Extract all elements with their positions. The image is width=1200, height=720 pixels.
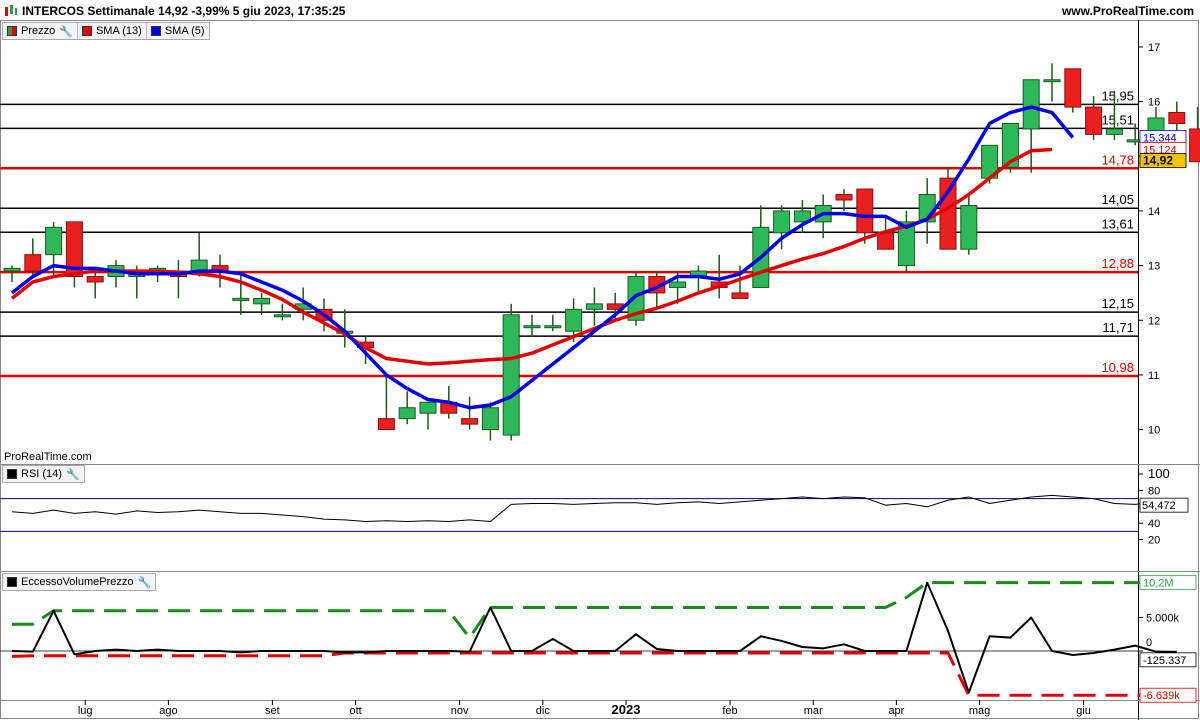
rsi-line xyxy=(11,494,1177,523)
vol-tag-label: -6.639k xyxy=(1143,690,1180,702)
vol-tag-label: -125.337 xyxy=(1143,655,1186,667)
candle xyxy=(773,210,791,234)
candle xyxy=(544,325,562,329)
level-label: 12,15 xyxy=(1101,296,1134,311)
candle xyxy=(585,303,603,310)
candle xyxy=(960,204,978,250)
candle xyxy=(86,276,104,283)
candle xyxy=(377,418,395,431)
price-y-tick-label: 16 xyxy=(1148,97,1160,109)
level-label: 11,71 xyxy=(1102,320,1134,335)
level-label: 10,98 xyxy=(1101,360,1134,375)
price-y-tick-label: 14 xyxy=(1148,206,1160,218)
candle xyxy=(419,401,437,414)
candle xyxy=(398,407,416,420)
x-tick-label: feb xyxy=(722,705,737,717)
candle xyxy=(273,314,291,318)
candle xyxy=(731,292,749,299)
candle xyxy=(24,254,42,272)
level-label: 14,78 xyxy=(1101,152,1134,167)
vol-line xyxy=(11,581,1177,694)
x-tick-label: nov xyxy=(451,705,469,717)
candle xyxy=(1189,128,1200,163)
rsi-y-tick-label: 40 xyxy=(1148,518,1160,530)
price-y-tick-label: 13 xyxy=(1148,261,1160,273)
candle xyxy=(856,188,874,234)
candle xyxy=(565,308,583,332)
vol-tag-label: 10,2M xyxy=(1143,578,1174,590)
price-y-tick-label: 12 xyxy=(1148,315,1160,327)
candle xyxy=(1105,128,1123,135)
candle xyxy=(45,226,63,256)
price-y-tick-label: 17 xyxy=(1148,42,1160,54)
candle xyxy=(461,418,479,425)
rsi-tag-label: 54,472 xyxy=(1142,500,1176,512)
candle xyxy=(1043,79,1061,83)
x-tick-label: set xyxy=(265,705,280,717)
price-y-tick-label: 10 xyxy=(1148,425,1160,437)
level-label: 13,61 xyxy=(1101,216,1134,231)
vol-y-tick-label: 5.000k xyxy=(1146,613,1180,625)
candle xyxy=(502,314,520,436)
x-tick-label: 2023 xyxy=(612,702,641,717)
candle xyxy=(835,194,853,201)
rsi-y-tick-label: 100 xyxy=(1148,466,1170,481)
candle xyxy=(669,281,687,288)
candle xyxy=(1085,106,1103,135)
level-label: 14,05 xyxy=(1101,192,1134,207)
candle xyxy=(481,407,499,431)
candle xyxy=(1064,68,1082,108)
rsi-y-tick-label: 80 xyxy=(1148,485,1160,497)
x-tick-label: mar xyxy=(804,705,823,717)
vol-lower-band xyxy=(11,651,1177,697)
vol-y-tick-label: 0 xyxy=(1146,637,1152,649)
x-tick-label: giu xyxy=(1076,705,1091,717)
candle xyxy=(253,297,271,305)
rsi-y-tick-label: 20 xyxy=(1148,535,1160,547)
x-tick-label: lug xyxy=(78,705,93,717)
x-tick-label: apr xyxy=(888,705,904,717)
x-tick-label: ott xyxy=(349,705,361,717)
x-tick-label: mag xyxy=(969,705,990,717)
level-label: 12,88 xyxy=(1101,256,1134,271)
chart-canvas[interactable]: 171615141312111015,9515,5114,7814,0513,6… xyxy=(0,0,1200,720)
vol-upper-band xyxy=(12,581,1177,640)
candle xyxy=(232,297,250,301)
x-tick-label: ago xyxy=(159,705,177,717)
level-label: 15,51 xyxy=(1101,112,1134,127)
candle xyxy=(1022,79,1040,130)
candle xyxy=(3,267,21,272)
price-y-tick-label: 11 xyxy=(1148,370,1159,382)
candle xyxy=(523,325,541,329)
price-tag-label: 14,92 xyxy=(1143,154,1173,168)
candle xyxy=(1168,112,1186,124)
level-label: 15,95 xyxy=(1101,88,1134,103)
x-tick-label: dic xyxy=(536,705,551,717)
